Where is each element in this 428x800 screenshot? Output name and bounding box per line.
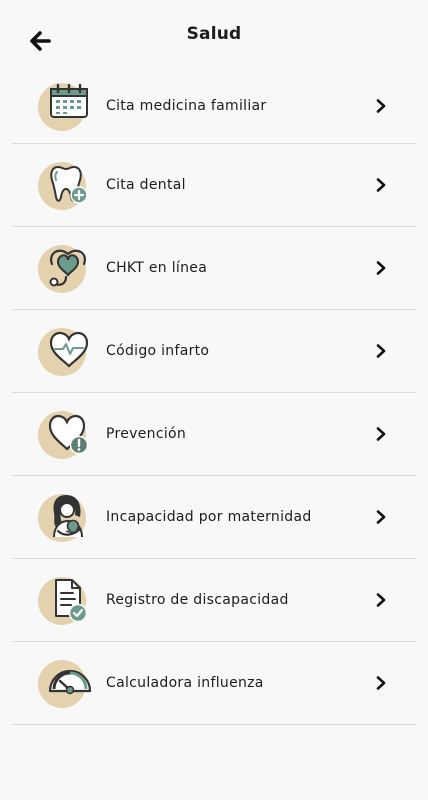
menu-item-codigo-infarto[interactable]: Código infarto (12, 310, 416, 393)
chevron-right-icon (376, 344, 386, 358)
menu-item-cita-medicina-familiar[interactable]: Cita medicina familiar (12, 68, 416, 144)
menu-item-cita-dental[interactable]: Cita dental (12, 144, 416, 227)
menu-item-label: CHKT en línea (106, 260, 208, 276)
menu-item-label: Prevención (106, 426, 187, 442)
chevron-right-icon (376, 178, 386, 192)
chevron-right-icon (376, 98, 386, 113)
calendar-icon (50, 83, 88, 118)
menu-item-label: Calculadora influenza (106, 675, 264, 691)
chevron-right-icon (376, 676, 386, 690)
menu-item-label: Cita dental (106, 177, 186, 193)
menu-item-label: Código infarto (106, 343, 210, 359)
menu-item-label: Incapacidad por maternidad (106, 509, 312, 525)
gauge-icon (48, 669, 92, 695)
document-check-icon (55, 579, 88, 623)
stethoscope-heart-icon (49, 249, 86, 287)
mother-baby-icon (53, 495, 83, 538)
app-header: Salud (0, 0, 428, 68)
menu-item-label: Cita medicina familiar (106, 97, 267, 114)
heart-pulse-icon (49, 332, 89, 368)
menu-item-registro-de-discapacidad[interactable]: Registro de discapacidad (12, 559, 416, 642)
chevron-right-icon (376, 593, 386, 607)
chevron-right-icon (376, 510, 386, 524)
heart-alert-icon (48, 415, 89, 455)
menu-item-prevencion[interactable]: Prevención (12, 393, 416, 476)
menu-item-chkt-en-linea[interactable]: CHKT en línea (12, 227, 416, 310)
page-title: Salud (186, 24, 242, 44)
chevron-right-icon (376, 261, 386, 275)
tooth-plus-icon (50, 165, 88, 204)
health-menu-list: Cita medicina familiar Cita dental CHKT … (0, 68, 428, 725)
chevron-right-icon (376, 427, 386, 441)
menu-item-label: Registro de discapacidad (106, 592, 289, 608)
menu-item-incapacidad-por-maternidad[interactable]: Incapacidad por maternidad (12, 476, 416, 559)
menu-item-calculadora-influenza[interactable]: Calculadora influenza (12, 642, 416, 725)
